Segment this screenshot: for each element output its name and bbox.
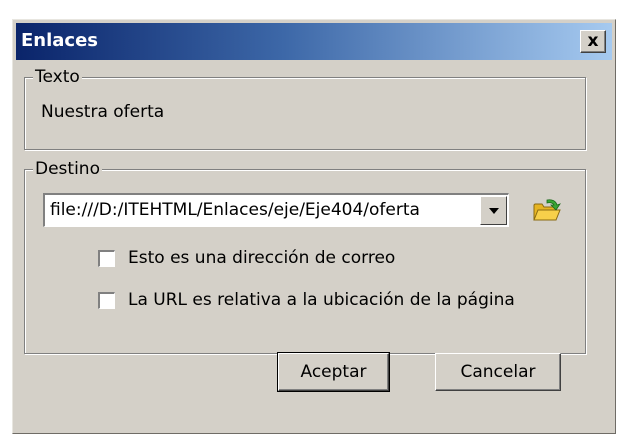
url-combobox[interactable]: file:///D:/ITEHTML/Enlaces/eje/Eje404/of…	[43, 193, 509, 227]
dropdown-arrow-button[interactable]	[480, 196, 507, 225]
accept-button[interactable]: Aceptar	[277, 352, 390, 392]
texto-group: Texto Nuestra oferta	[24, 66, 586, 150]
cancel-button[interactable]: Cancelar	[435, 353, 561, 391]
browse-folder-button[interactable]	[532, 197, 562, 223]
texto-legend: Texto	[33, 66, 82, 88]
dialog-title: Enlaces	[21, 30, 99, 51]
relative-url-option[interactable]: La URL es relativa a la ubicación de la …	[98, 290, 515, 310]
email-address-option[interactable]: Esto es una dirección de correo	[98, 248, 395, 268]
email-address-label: Esto es una dirección de correo	[128, 248, 396, 268]
close-button[interactable]: x	[580, 30, 606, 53]
relative-url-checkbox[interactable]	[98, 291, 115, 309]
destino-group: Destino file:///D:/ITEHTML/Enlaces/eje/E…	[24, 158, 586, 354]
open-folder-icon	[533, 199, 561, 221]
link-text-value: Nuestra oferta	[41, 102, 165, 122]
close-icon: x	[587, 31, 599, 51]
email-address-checkbox[interactable]	[98, 249, 115, 267]
url-input[interactable]: file:///D:/ITEHTML/Enlaces/eje/Eje404/of…	[50, 200, 484, 220]
title-bar[interactable]: Enlaces x	[16, 23, 612, 60]
relative-url-label: La URL es relativa a la ubicación de la …	[128, 290, 515, 310]
destino-legend: Destino	[33, 158, 102, 180]
